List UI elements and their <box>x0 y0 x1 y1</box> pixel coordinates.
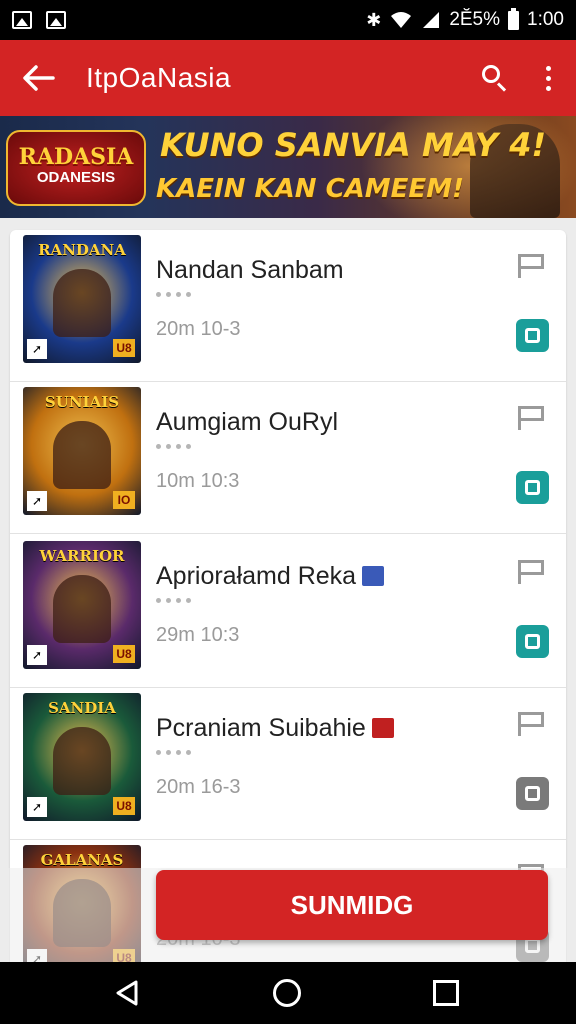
thumbnail-title: GALANAS <box>40 851 124 869</box>
rating-badge: U8 <box>113 339 135 357</box>
status-bar: ✱ 2Ӗ5% 1:00 <box>0 0 576 40</box>
banner-headline: KUNO SANVIA MAY 4! <box>160 126 547 164</box>
thumbnail-character <box>53 879 111 947</box>
list-item[interactable]: SANDIA U8 ➚ Pcraniam Suibahie 20m 16-3 <box>10 688 566 840</box>
item-title-text: Pcraniam Suibahie <box>156 714 366 742</box>
publisher-mark-icon: ➚ <box>27 645 47 665</box>
item-meta: 10m 10:3 <box>156 470 240 492</box>
more-vert-icon[interactable] <box>538 60 558 96</box>
publisher-mark-icon: ➚ <box>27 797 47 817</box>
navigation-bar <box>0 962 576 1024</box>
rating-badge: IO <box>113 491 135 509</box>
promo-banner[interactable]: RADASIA ODANESIS KUNO SANVIA MAY 4! KAEI… <box>0 116 576 218</box>
thumbnail-title: SANDIA <box>48 699 116 717</box>
game-thumbnail[interactable]: SANDIA U8 ➚ <box>23 693 141 821</box>
thumbnail-character <box>53 269 111 337</box>
rating-dots <box>156 598 191 603</box>
rating-dots <box>156 444 191 449</box>
home-circle-icon[interactable] <box>273 979 301 1007</box>
item-title-text: Aumgiam OuRyl <box>156 408 338 436</box>
thumbnail-character <box>53 727 111 795</box>
flag-icon[interactable] <box>514 404 548 432</box>
install-toggle-icon[interactable] <box>516 625 549 658</box>
install-toggle-icon[interactable] <box>516 471 549 504</box>
bluetooth-icon: ✱ <box>366 9 382 30</box>
publisher-mark-icon: ➚ <box>27 339 47 359</box>
game-thumbnail[interactable]: WARRIOR U8 ➚ <box>23 541 141 669</box>
back-arrow-icon[interactable] <box>18 58 58 98</box>
game-thumbnail[interactable]: GALANAS U8 ➚ <box>23 845 141 970</box>
item-meta: 20m 10-3 <box>156 318 241 340</box>
game-thumbnail[interactable]: RANDANA U8 ➚ <box>23 235 141 363</box>
rating-dots <box>156 750 191 755</box>
banner-logo-sub: ODANESIS <box>36 169 116 186</box>
primary-action-button[interactable]: SUNMIDG <box>156 870 548 940</box>
thumbnail-character <box>53 421 111 489</box>
gallery-icon <box>46 11 66 29</box>
item-meta: 29m 10:3 <box>156 624 240 646</box>
list-item[interactable]: WARRIOR U8 ➚ Apriorałamd Reka 29m 10:3 <box>10 536 566 688</box>
banner-subline: KAEIN KAN CAMEEM! <box>156 174 464 204</box>
battery-percent: 2Ӗ5% <box>449 9 501 30</box>
flag-icon[interactable] <box>514 252 548 280</box>
app-bar: ItpOaNasia <box>0 40 576 116</box>
signal-icon <box>423 12 440 28</box>
thumbnail-title: RANDANA <box>38 241 126 259</box>
search-icon[interactable] <box>476 60 512 96</box>
rating-badge: U8 <box>113 645 135 663</box>
publisher-mark-icon: ➚ <box>27 491 47 511</box>
flag-icon[interactable] <box>514 558 548 586</box>
install-toggle-icon[interactable] <box>516 319 549 352</box>
battery-icon <box>508 7 520 30</box>
item-title-text: Nandan Sanbam <box>156 256 344 284</box>
title-flag-icon <box>362 566 385 586</box>
item-title[interactable]: Pcraniam Suibahie <box>156 714 394 743</box>
game-list: RANDANA U8 ➚ Nandan Sanbam 20m 10-3 SUNI… <box>10 230 566 970</box>
image-icon <box>12 11 32 29</box>
rating-dots <box>156 292 191 297</box>
list-item[interactable]: SUNIAIS IO ➚ Aumgiam OuRyl 10m 10:3 <box>10 382 566 534</box>
app-title: ItpOaNasia <box>86 62 232 93</box>
back-triangle-icon[interactable] <box>112 978 142 1008</box>
item-title-text: Apriorałamd Reka <box>156 562 357 590</box>
list-item[interactable]: RANDANA U8 ➚ Nandan Sanbam 20m 10-3 <box>10 230 566 382</box>
item-title[interactable]: Aumgiam OuRyl <box>156 408 338 437</box>
wifi-icon <box>391 12 412 28</box>
title-flag-icon <box>371 718 394 738</box>
thumbnail-character <box>53 575 111 643</box>
item-title[interactable]: Nandan Sanbam <box>156 256 344 285</box>
banner-logo-text: RADASIA <box>18 144 134 170</box>
thumbnail-title: WARRIOR <box>39 547 125 565</box>
item-title[interactable]: Apriorałamd Reka <box>156 562 385 591</box>
rating-badge: U8 <box>113 797 135 815</box>
banner-logo: RADASIA ODANESIS <box>6 130 146 206</box>
game-thumbnail[interactable]: SUNIAIS IO ➚ <box>23 387 141 515</box>
recents-square-icon[interactable] <box>433 980 459 1006</box>
flag-icon[interactable] <box>514 710 548 738</box>
clock: 1:00 <box>527 9 564 30</box>
install-toggle-icon[interactable] <box>516 777 549 810</box>
item-meta: 20m 16-3 <box>156 776 241 798</box>
thumbnail-title: SUNIAIS <box>44 393 120 411</box>
